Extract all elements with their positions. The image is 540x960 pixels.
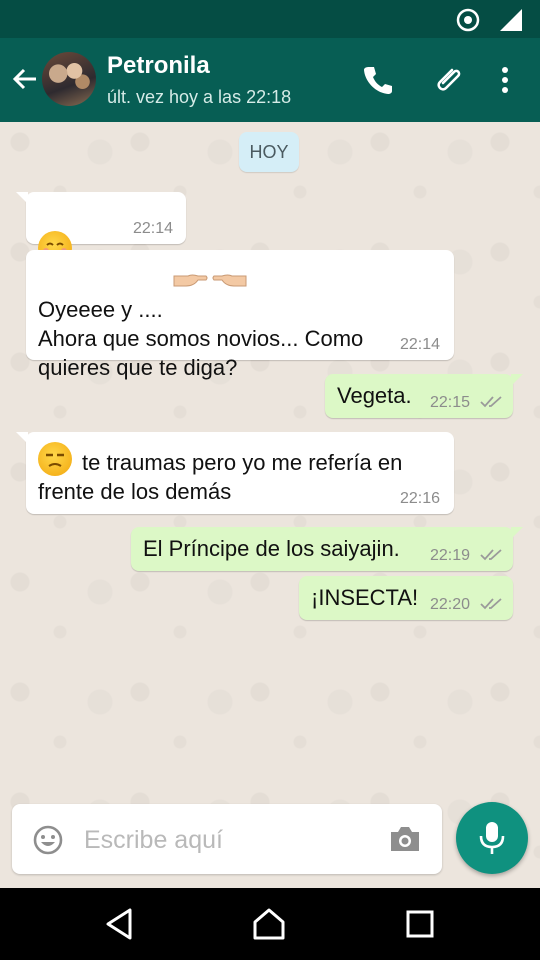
chat-area[interactable]: HOY 22:14 Oyeeee y .... Ahora que somos n… <box>0 122 540 888</box>
read-ticks-icon <box>480 396 502 408</box>
attach-icon[interactable] <box>433 63 467 97</box>
message-text-content: Oyeeee y .... Ahora que somos novios... C… <box>38 297 364 380</box>
message-text: Vegeta. <box>337 383 412 408</box>
read-ticks-icon <box>480 549 502 561</box>
bubble-tail <box>16 192 28 204</box>
message-time: 22:14 <box>400 336 441 353</box>
bubble-tail <box>511 527 523 539</box>
status-bar <box>0 0 540 38</box>
contact-name[interactable]: Petronila <box>107 52 210 80</box>
message-outgoing[interactable]: Vegeta. 22:15 <box>325 374 523 418</box>
last-seen-status: últ. vez hoy a las 22:18 <box>107 87 292 107</box>
bubble-tail <box>511 374 523 386</box>
message-text: te traumas pero yo me refería en frente … <box>38 450 403 504</box>
message-incoming[interactable]: 22:14 <box>16 192 186 299</box>
call-icon[interactable] <box>361 63 395 97</box>
message-outgoing[interactable]: ¡INSECTA! 22:20 <box>299 576 513 620</box>
message-incoming[interactable]: Oyeeee y .... Ahora que somos novios... C… <box>26 250 454 380</box>
system-nav-bar <box>0 888 540 960</box>
more-options-icon[interactable] <box>488 63 522 97</box>
message-outgoing[interactable]: El Príncipe de los saiyajin. 22:19 <box>131 527 523 571</box>
emoji-icon[interactable] <box>32 824 64 856</box>
message-time: 22:14 <box>133 220 174 237</box>
pointing-hands-emojis <box>172 266 248 298</box>
pointing-right-hand-emoji <box>173 274 247 287</box>
read-ticks-icon <box>480 598 502 610</box>
back-arrow-icon[interactable] <box>10 64 40 94</box>
message-time: 22:16 <box>400 490 441 507</box>
date-chip: HOY <box>239 132 299 172</box>
signal-icon <box>500 9 522 31</box>
contact-avatar[interactable] <box>42 52 96 106</box>
message-composer <box>12 804 442 874</box>
message-text: ¡INSECTA! <box>311 585 419 610</box>
message-input[interactable] <box>84 822 384 858</box>
message-incoming[interactable]: te traumas pero yo me refería en frente … <box>16 432 454 514</box>
mic-button[interactable] <box>456 802 528 874</box>
message-time: 22:19 <box>430 547 471 564</box>
nav-home-icon[interactable] <box>251 906 287 942</box>
camera-icon[interactable] <box>388 824 422 854</box>
message-text: El Príncipe de los saiyajin. <box>143 536 400 561</box>
bubble-tail <box>16 432 28 444</box>
nav-back-icon[interactable] <box>102 906 138 942</box>
data-saver-icon <box>456 8 480 32</box>
chat-header: Petronila últ. vez hoy a las 22:18 <box>0 38 540 122</box>
message-time: 22:15 <box>430 394 471 411</box>
nav-recents-icon[interactable] <box>402 906 438 942</box>
mic-icon <box>479 822 505 854</box>
message-time: 22:20 <box>430 596 471 613</box>
